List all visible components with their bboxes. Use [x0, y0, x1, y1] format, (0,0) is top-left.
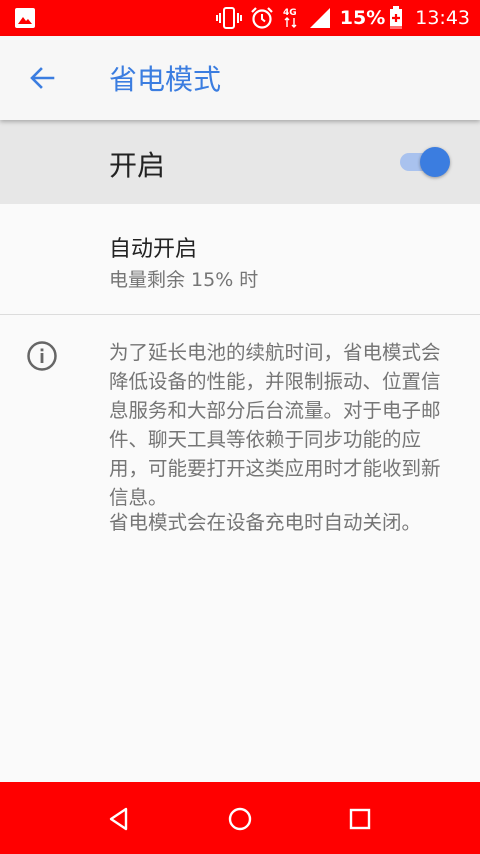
clock: 13:43 [415, 7, 470, 29]
info-description: 为了延长电池的续航时间，省电模式会降低设备的性能，并限制振动、位置信息服务和大部… [109, 341, 441, 509]
auto-enable-title: 自动开启 [109, 237, 198, 262]
arrow-back-icon [30, 67, 55, 89]
status-icons: 4G 15% 13:43 [208, 0, 470, 36]
gallery-icon [14, 7, 36, 33]
app-bar: 省电模式 [0, 36, 480, 120]
navigation-bar [0, 782, 480, 854]
nav-recents-button[interactable] [345, 804, 375, 834]
status-bar: 4G 15% 13:43 [0, 0, 480, 36]
battery-charging-icon [389, 6, 403, 30]
screen: 4G 15% 13:43 省电模式 开启 自动开启 电量剩余 15% 时 为了延… [0, 0, 480, 854]
battery-saver-toggle[interactable] [398, 147, 452, 177]
info-charging-note: 省电模式会在设备充电时自动关闭。 [109, 511, 422, 534]
vibrate-icon [215, 6, 242, 30]
nav-back-button[interactable] [104, 804, 134, 834]
battery-percent: 15% [339, 7, 386, 29]
4g-data-icon: 4G [282, 5, 300, 31]
nav-back-icon [109, 807, 128, 831]
battery-saver-switch-row[interactable]: 开启 [0, 120, 480, 204]
back-button[interactable] [26, 62, 58, 94]
alarm-icon [250, 6, 274, 30]
toggle-thumb [420, 147, 450, 177]
nav-home-icon [228, 807, 252, 831]
nav-recents-icon [349, 808, 371, 830]
network-type-label: 4G [283, 8, 297, 18]
info-icon [26, 340, 58, 372]
auto-enable-item[interactable]: 自动开启 电量剩余 15% 时 [0, 204, 480, 315]
page-title: 省电模式 [109, 63, 222, 96]
signal-icon [308, 6, 332, 30]
nav-home-button[interactable] [225, 804, 255, 834]
switch-label: 开启 [109, 149, 166, 182]
auto-enable-summary: 电量剩余 15% 时 [109, 269, 259, 291]
